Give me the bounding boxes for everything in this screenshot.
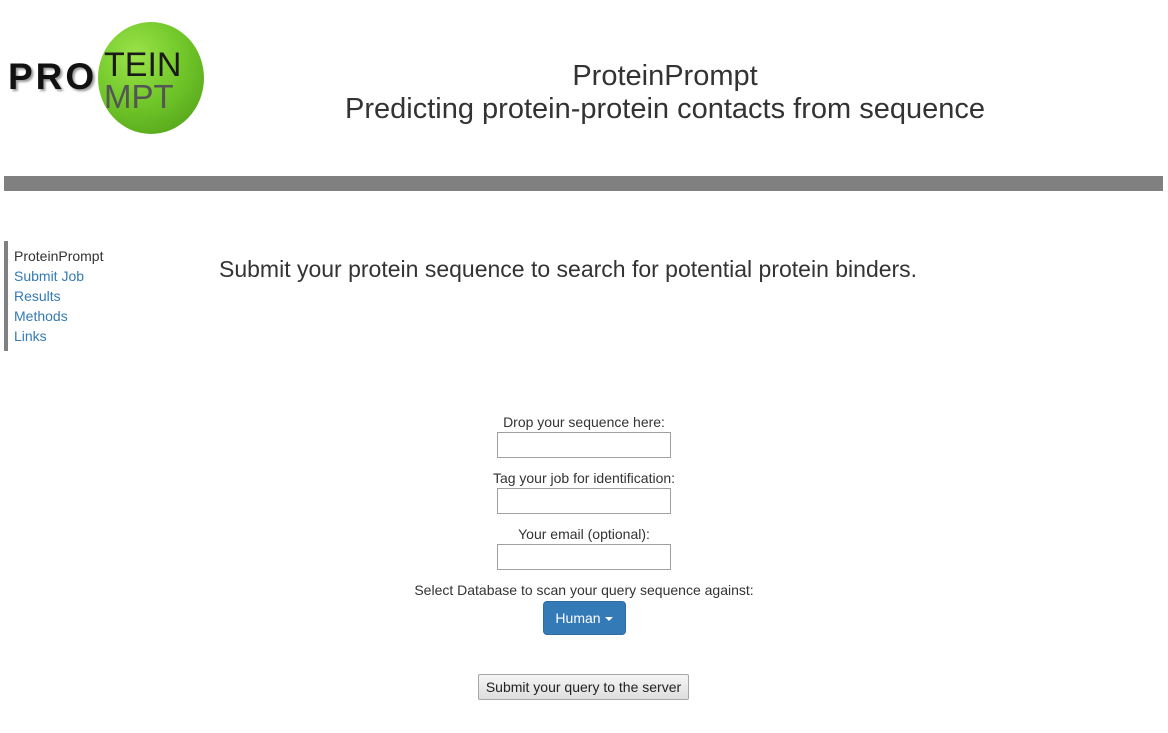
main-headline: Submit your protein sequence to search f… [219, 256, 918, 282]
job-tag-input[interactable] [497, 488, 671, 514]
sequence-label: Drop your sequence here: [503, 414, 665, 430]
logo-text-tein: TEIN [104, 46, 182, 84]
submission-form: Drop your sequence here: Tag your job fo… [384, 412, 784, 635]
header-divider [4, 176, 1163, 191]
submit-query-button[interactable]: Submit your query to the server [478, 674, 689, 700]
sidebar-nav: ProteinPrompt Submit Job Results Methods… [4, 241, 154, 351]
database-label: Select Database to scan your query seque… [414, 582, 754, 598]
sidebar-item-methods[interactable]: Methods [14, 306, 154, 326]
database-selected-value: Human [555, 610, 601, 626]
sidebar-item-proteinprompt[interactable]: ProteinPrompt [14, 246, 154, 266]
sequence-input[interactable] [497, 432, 671, 458]
database-dropdown-button[interactable]: Human [542, 601, 626, 635]
page: PRO TEIN MPT ProteinPrompt Predicting pr… [0, 0, 1168, 733]
job-tag-label: Tag your job for identification: [492, 470, 676, 486]
sidebar-item-results[interactable]: Results [14, 286, 154, 306]
email-label: Your email (optional): [518, 526, 650, 542]
site-subtitle: Predicting protein-protein contacts from… [345, 93, 985, 125]
page-header: ProteinPrompt Predicting protein-protein… [200, 60, 1130, 126]
sidebar-item-submit-job[interactable]: Submit Job [14, 266, 154, 286]
sidebar-list: ProteinPrompt Submit Job Results Methods… [14, 241, 154, 346]
email-input[interactable] [497, 544, 671, 570]
site-title: ProteinPrompt [572, 60, 758, 92]
sidebar-item-links[interactable]: Links [14, 326, 154, 346]
logo-text-pro: PRO [8, 56, 98, 97]
proteinprompt-logo[interactable]: PRO TEIN MPT [6, 20, 206, 138]
caret-down-icon [604, 617, 613, 622]
logo-text-mpt: MPT [104, 78, 174, 115]
